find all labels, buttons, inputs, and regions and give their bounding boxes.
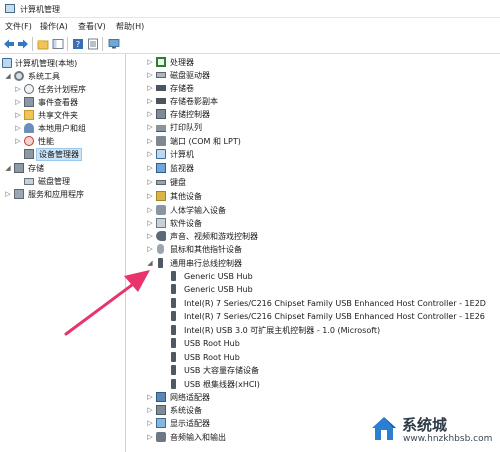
usb-icon [158, 258, 163, 268]
chevron-right-icon[interactable]: ▷ [146, 57, 154, 67]
chevron-right-icon[interactable]: ▷ [14, 84, 22, 94]
users-icon [24, 123, 34, 133]
chevron-right-icon[interactable]: ▷ [146, 432, 154, 442]
storage-volume-icon [156, 85, 166, 91]
chevron-right-icon[interactable]: ▷ [146, 418, 154, 428]
chevron-down-icon[interactable]: ◢ [146, 258, 154, 268]
usb-device-icon [171, 365, 176, 375]
chevron-right-icon[interactable]: ▷ [146, 218, 154, 228]
chevron-right-icon[interactable]: ▷ [146, 136, 154, 146]
disk-icon [24, 178, 34, 185]
usb-device-icon [171, 284, 176, 294]
device-tree: ▷ 处理器 ▷ 磁盘驱动器 ▷ 存储卷 ▷ 存储卷影副本 ▷ 存储控制器 ▷ 打… [127, 54, 500, 452]
software-device-icon [156, 218, 166, 228]
chevron-down-icon[interactable]: ◢ [4, 71, 12, 81]
chevron-right-icon[interactable]: ▷ [146, 70, 154, 80]
svg-text:?: ? [76, 40, 80, 49]
usb-device-icon [171, 352, 176, 362]
services-icon [14, 189, 24, 199]
hid-icon [156, 205, 166, 215]
chevron-right-icon[interactable]: ▷ [146, 163, 154, 173]
cpu-icon [156, 57, 166, 67]
event-viewer-icon [24, 97, 34, 107]
properties-icon[interactable] [87, 38, 99, 50]
folder-icon [24, 110, 34, 120]
chevron-right-icon[interactable]: ▷ [146, 392, 154, 402]
show-hide-tree-icon[interactable] [52, 38, 64, 50]
watermark-url: www.hnzkhbsb.com [403, 434, 493, 444]
chevron-right-icon[interactable]: ▷ [14, 110, 22, 120]
printer-icon [156, 122, 166, 132]
window-title: 计算机管理 [20, 5, 60, 14]
chevron-right-icon[interactable]: ▷ [146, 149, 154, 159]
storage-icon [14, 163, 24, 173]
chevron-right-icon[interactable]: ▷ [146, 122, 154, 132]
other-devices-icon [156, 191, 166, 201]
title-bar: 计算机管理 [0, 0, 500, 18]
toolbar: ? [0, 34, 500, 54]
device-manager-icon [24, 149, 34, 159]
mouse-icon [157, 244, 164, 254]
keyboard-icon [156, 180, 166, 185]
usb-device-icon [171, 325, 176, 335]
chevron-right-icon[interactable]: ▷ [146, 177, 154, 187]
chevron-right-icon[interactable]: ▷ [14, 97, 22, 107]
chevron-right-icon[interactable]: ▷ [14, 136, 22, 146]
chevron-right-icon[interactable]: ▷ [146, 405, 154, 415]
console-tree: 计算机管理(本地) ◢ 系统工具 ▷ 任务计划程序 ▷ 事件查看器 ▷ 共享文件… [0, 54, 126, 452]
usb-device-icon [171, 379, 176, 389]
watermark-name: 系统城 [402, 416, 448, 434]
computer-management-icon [5, 4, 15, 13]
gear-icon [14, 71, 24, 81]
usb-device-icon [171, 271, 176, 281]
monitor-icon [156, 163, 166, 173]
usb-device-icon [171, 311, 176, 321]
chevron-right-icon[interactable]: ▷ [146, 83, 154, 93]
forward-icon[interactable] [17, 38, 29, 50]
computer-icon [2, 58, 12, 68]
chevron-right-icon[interactable]: ▷ [4, 189, 12, 199]
computer-icon [156, 149, 166, 159]
chevron-right-icon[interactable]: ▷ [146, 96, 154, 106]
usb-device-icon [171, 298, 176, 308]
network-adapter-icon [156, 392, 166, 402]
system-devices-icon [156, 405, 166, 415]
chevron-right-icon[interactable]: ▷ [146, 191, 154, 201]
clock-icon [24, 84, 34, 94]
audio-io-icon [156, 432, 166, 442]
watermark: 系统城 www.hnzkhbsb.com [370, 410, 498, 450]
usb-device-icon [171, 338, 176, 348]
menu-help[interactable]: 帮助(H) [116, 21, 144, 32]
chevron-right-icon[interactable]: ▷ [146, 244, 154, 254]
disk-drive-icon [156, 72, 166, 78]
performance-icon [24, 136, 34, 146]
menu-view[interactable]: 查看(V) [78, 21, 106, 32]
up-folder-icon[interactable] [37, 38, 49, 50]
display-adapter-icon [156, 418, 166, 428]
menu-file[interactable]: 文件(F) [5, 21, 32, 32]
house-logo-icon [372, 417, 396, 440]
help-icon[interactable]: ? [72, 38, 84, 50]
back-icon[interactable] [3, 38, 15, 50]
chevron-down-icon[interactable]: ◢ [4, 163, 12, 173]
chevron-right-icon[interactable]: ▷ [146, 109, 154, 119]
port-icon [156, 136, 166, 146]
chevron-right-icon[interactable]: ▷ [14, 123, 22, 133]
chevron-right-icon[interactable]: ▷ [146, 231, 154, 241]
chevron-right-icon[interactable]: ▷ [146, 205, 154, 215]
shadow-copy-icon [156, 98, 166, 104]
monitor-icon[interactable] [108, 38, 120, 50]
menu-action[interactable]: 操作(A) [40, 21, 68, 32]
storage-controller-icon [156, 109, 166, 119]
menu-bar: 文件(F) 操作(A) 查看(V) 帮助(H) [0, 18, 500, 34]
audio-icon [156, 231, 166, 241]
